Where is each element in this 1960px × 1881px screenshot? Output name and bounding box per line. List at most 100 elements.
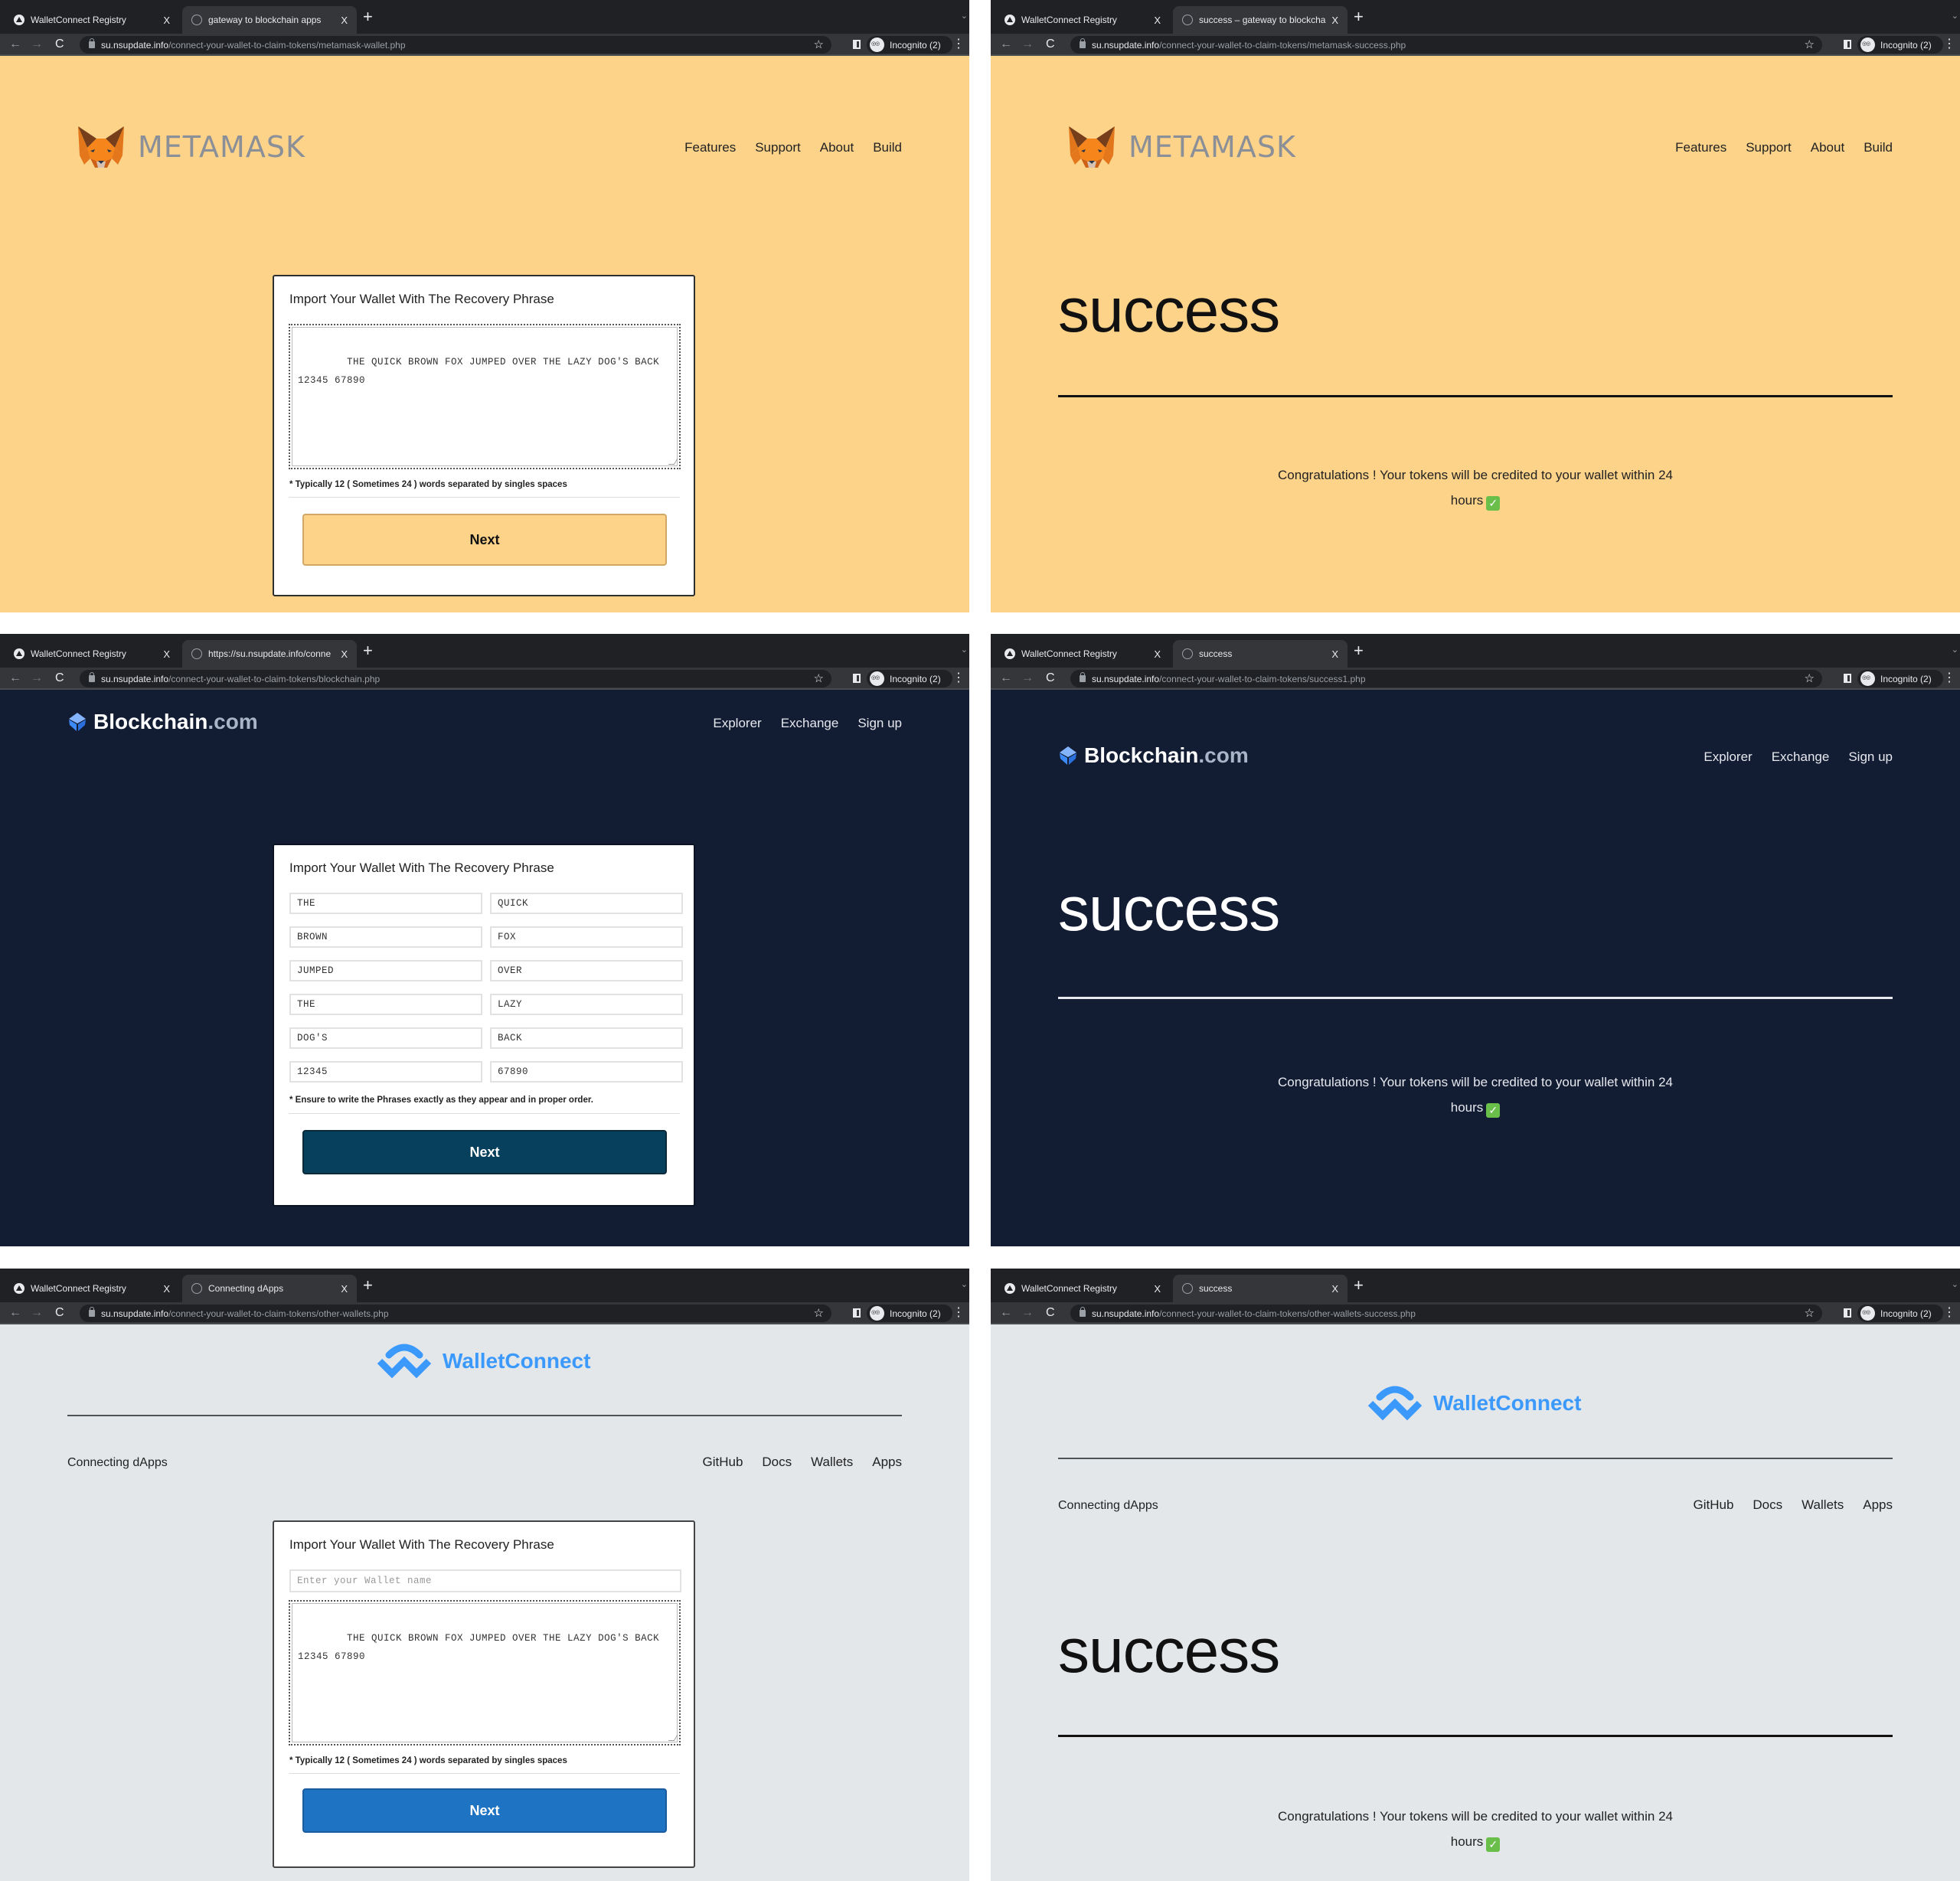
nav-github[interactable]: GitHub: [1693, 1497, 1733, 1513]
tab-search-icon[interactable]: ⌄: [961, 1279, 968, 1289]
back-arrow-icon[interactable]: ←: [9, 37, 21, 52]
side-panel-icon[interactable]: [1844, 674, 1851, 683]
side-panel-icon[interactable]: [853, 1308, 861, 1318]
back-arrow-icon[interactable]: ←: [1000, 671, 1012, 686]
incognito-badge[interactable]: Incognito (2): [867, 36, 952, 54]
bookmark-star-icon[interactable]: ☆: [814, 1306, 824, 1320]
mnemonic-word-5[interactable]: JUMPED: [289, 960, 482, 981]
nav-features[interactable]: Features: [684, 140, 736, 155]
new-tab-button[interactable]: +: [363, 1276, 373, 1295]
resize-handle[interactable]: [668, 459, 678, 465]
nav-build[interactable]: Build: [1864, 140, 1893, 155]
address-bar[interactable]: su.nsupdate.info/connect-your-wallet-to-…: [80, 36, 831, 54]
tab-search-icon[interactable]: ⌄: [1952, 11, 1958, 21]
browser-menu-icon[interactable]: ⋮: [1943, 1305, 1955, 1321]
mnemonic-word-4[interactable]: FOX: [490, 926, 683, 948]
address-bar[interactable]: su.nsupdate.info/connect-your-wallet-to-…: [80, 1305, 831, 1322]
reload-icon[interactable]: C: [1046, 37, 1055, 52]
recovery-phrase-textarea[interactable]: THE QUICK BROWN FOX JUMPED OVER THE LAZY…: [289, 324, 681, 469]
new-tab-button[interactable]: +: [1354, 642, 1364, 660]
nav-explorer[interactable]: Explorer: [713, 716, 761, 731]
bookmark-star-icon[interactable]: ☆: [1805, 1306, 1815, 1320]
address-bar[interactable]: su.nsupdate.info/connect-your-wallet-to-…: [1070, 1305, 1822, 1322]
nav-exchange[interactable]: Exchange: [781, 716, 839, 731]
address-bar[interactable]: su.nsupdate.info/connect-your-wallet-to-…: [80, 670, 831, 687]
close-icon[interactable]: X: [341, 1283, 348, 1295]
close-icon[interactable]: X: [163, 648, 170, 660]
side-panel-icon[interactable]: [1844, 1308, 1851, 1318]
address-bar[interactable]: su.nsupdate.info/connect-your-wallet-to-…: [1070, 36, 1822, 54]
close-icon[interactable]: X: [163, 15, 170, 26]
new-tab-button[interactable]: +: [363, 642, 373, 660]
tab-active[interactable]: Connecting dApps X: [182, 1275, 357, 1302]
nav-explorer[interactable]: Explorer: [1704, 749, 1752, 765]
nav-exchange[interactable]: Exchange: [1772, 749, 1830, 765]
tab-walletconnect-registry[interactable]: WalletConnect Registry X: [5, 6, 179, 34]
mnemonic-word-2[interactable]: QUICK: [490, 893, 683, 914]
tab-walletconnect-registry[interactable]: WalletConnect Registry X: [995, 1275, 1170, 1302]
tab-walletconnect-registry[interactable]: WalletConnect Registry X: [995, 640, 1170, 668]
nav-support[interactable]: Support: [755, 140, 801, 155]
incognito-badge[interactable]: Incognito (2): [1857, 1305, 1943, 1322]
mnemonic-word-12[interactable]: 67890: [490, 1061, 683, 1083]
back-arrow-icon[interactable]: ←: [9, 671, 21, 686]
nav-build[interactable]: Build: [873, 140, 902, 155]
close-icon[interactable]: X: [341, 15, 348, 26]
browser-menu-icon[interactable]: ⋮: [952, 37, 965, 52]
next-button[interactable]: Next: [302, 1788, 667, 1833]
close-icon[interactable]: X: [1154, 648, 1161, 660]
next-button[interactable]: Next: [302, 514, 667, 566]
bookmark-star-icon[interactable]: ☆: [1805, 671, 1815, 685]
new-tab-button[interactable]: +: [1354, 1276, 1364, 1295]
mnemonic-word-7[interactable]: THE: [289, 994, 482, 1015]
reload-icon[interactable]: C: [55, 671, 64, 686]
close-icon[interactable]: X: [163, 1283, 170, 1295]
reload-icon[interactable]: C: [55, 37, 64, 52]
back-arrow-icon[interactable]: ←: [9, 1305, 21, 1321]
nav-support[interactable]: Support: [1746, 140, 1792, 155]
address-bar[interactable]: su.nsupdate.info/connect-your-wallet-to-…: [1070, 670, 1822, 687]
blockchain-logo[interactable]: Blockchain .com: [1058, 743, 1249, 768]
nav-wallets[interactable]: Wallets: [811, 1455, 853, 1470]
browser-menu-icon[interactable]: ⋮: [952, 1305, 965, 1321]
incognito-badge[interactable]: Incognito (2): [867, 1305, 952, 1322]
tab-active[interactable]: success – gateway to blockcha X: [1173, 6, 1348, 34]
mnemonic-word-10[interactable]: BACK: [490, 1027, 683, 1049]
close-icon[interactable]: X: [341, 648, 348, 660]
nav-about[interactable]: About: [1811, 140, 1844, 155]
mnemonic-word-3[interactable]: BROWN: [289, 926, 482, 948]
recovery-phrase-textarea[interactable]: THE QUICK BROWN FOX JUMPED OVER THE LAZY…: [289, 1600, 681, 1745]
walletconnect-logo[interactable]: WalletConnect: [375, 1341, 590, 1381]
metamask-logo[interactable]: METAMASK: [77, 125, 305, 169]
mnemonic-word-6[interactable]: OVER: [490, 960, 683, 981]
nav-sign-up[interactable]: Sign up: [858, 716, 902, 731]
nav-apps[interactable]: Apps: [872, 1455, 902, 1470]
tab-walletconnect-registry[interactable]: WalletConnect Registry X: [995, 6, 1170, 34]
tab-active[interactable]: https://su.nsupdate.info/conne X: [182, 640, 357, 668]
bookmark-star-icon[interactable]: ☆: [814, 38, 824, 51]
tab-search-icon[interactable]: ⌄: [961, 645, 968, 655]
tab-walletconnect-registry[interactable]: WalletConnect Registry X: [5, 1275, 179, 1302]
walletconnect-logo[interactable]: WalletConnect: [1366, 1383, 1581, 1423]
tab-active[interactable]: gateway to blockchain apps X: [182, 6, 357, 34]
mnemonic-word-8[interactable]: LAZY: [490, 994, 683, 1015]
incognito-badge[interactable]: Incognito (2): [1857, 670, 1943, 687]
forward-arrow-icon[interactable]: →: [1021, 37, 1034, 52]
forward-arrow-icon[interactable]: →: [1021, 671, 1034, 686]
tab-search-icon[interactable]: ⌄: [1952, 645, 1958, 655]
back-arrow-icon[interactable]: ←: [1000, 37, 1012, 52]
metamask-logo[interactable]: METAMASK: [1067, 125, 1296, 169]
nav-docs[interactable]: Docs: [1753, 1497, 1782, 1513]
nav-sign-up[interactable]: Sign up: [1848, 749, 1893, 765]
close-icon[interactable]: X: [1154, 15, 1161, 26]
close-icon[interactable]: X: [1331, 648, 1338, 660]
reload-icon[interactable]: C: [1046, 1305, 1055, 1321]
forward-arrow-icon[interactable]: →: [31, 1305, 43, 1321]
next-button[interactable]: Next: [302, 1130, 667, 1174]
blockchain-logo[interactable]: Blockchain .com: [67, 710, 258, 734]
resize-handle[interactable]: [668, 1735, 678, 1741]
close-icon[interactable]: X: [1331, 15, 1338, 26]
back-arrow-icon[interactable]: ←: [1000, 1305, 1012, 1321]
mnemonic-word-1[interactable]: THE: [289, 893, 482, 914]
tab-walletconnect-registry[interactable]: WalletConnect Registry X: [5, 640, 179, 668]
